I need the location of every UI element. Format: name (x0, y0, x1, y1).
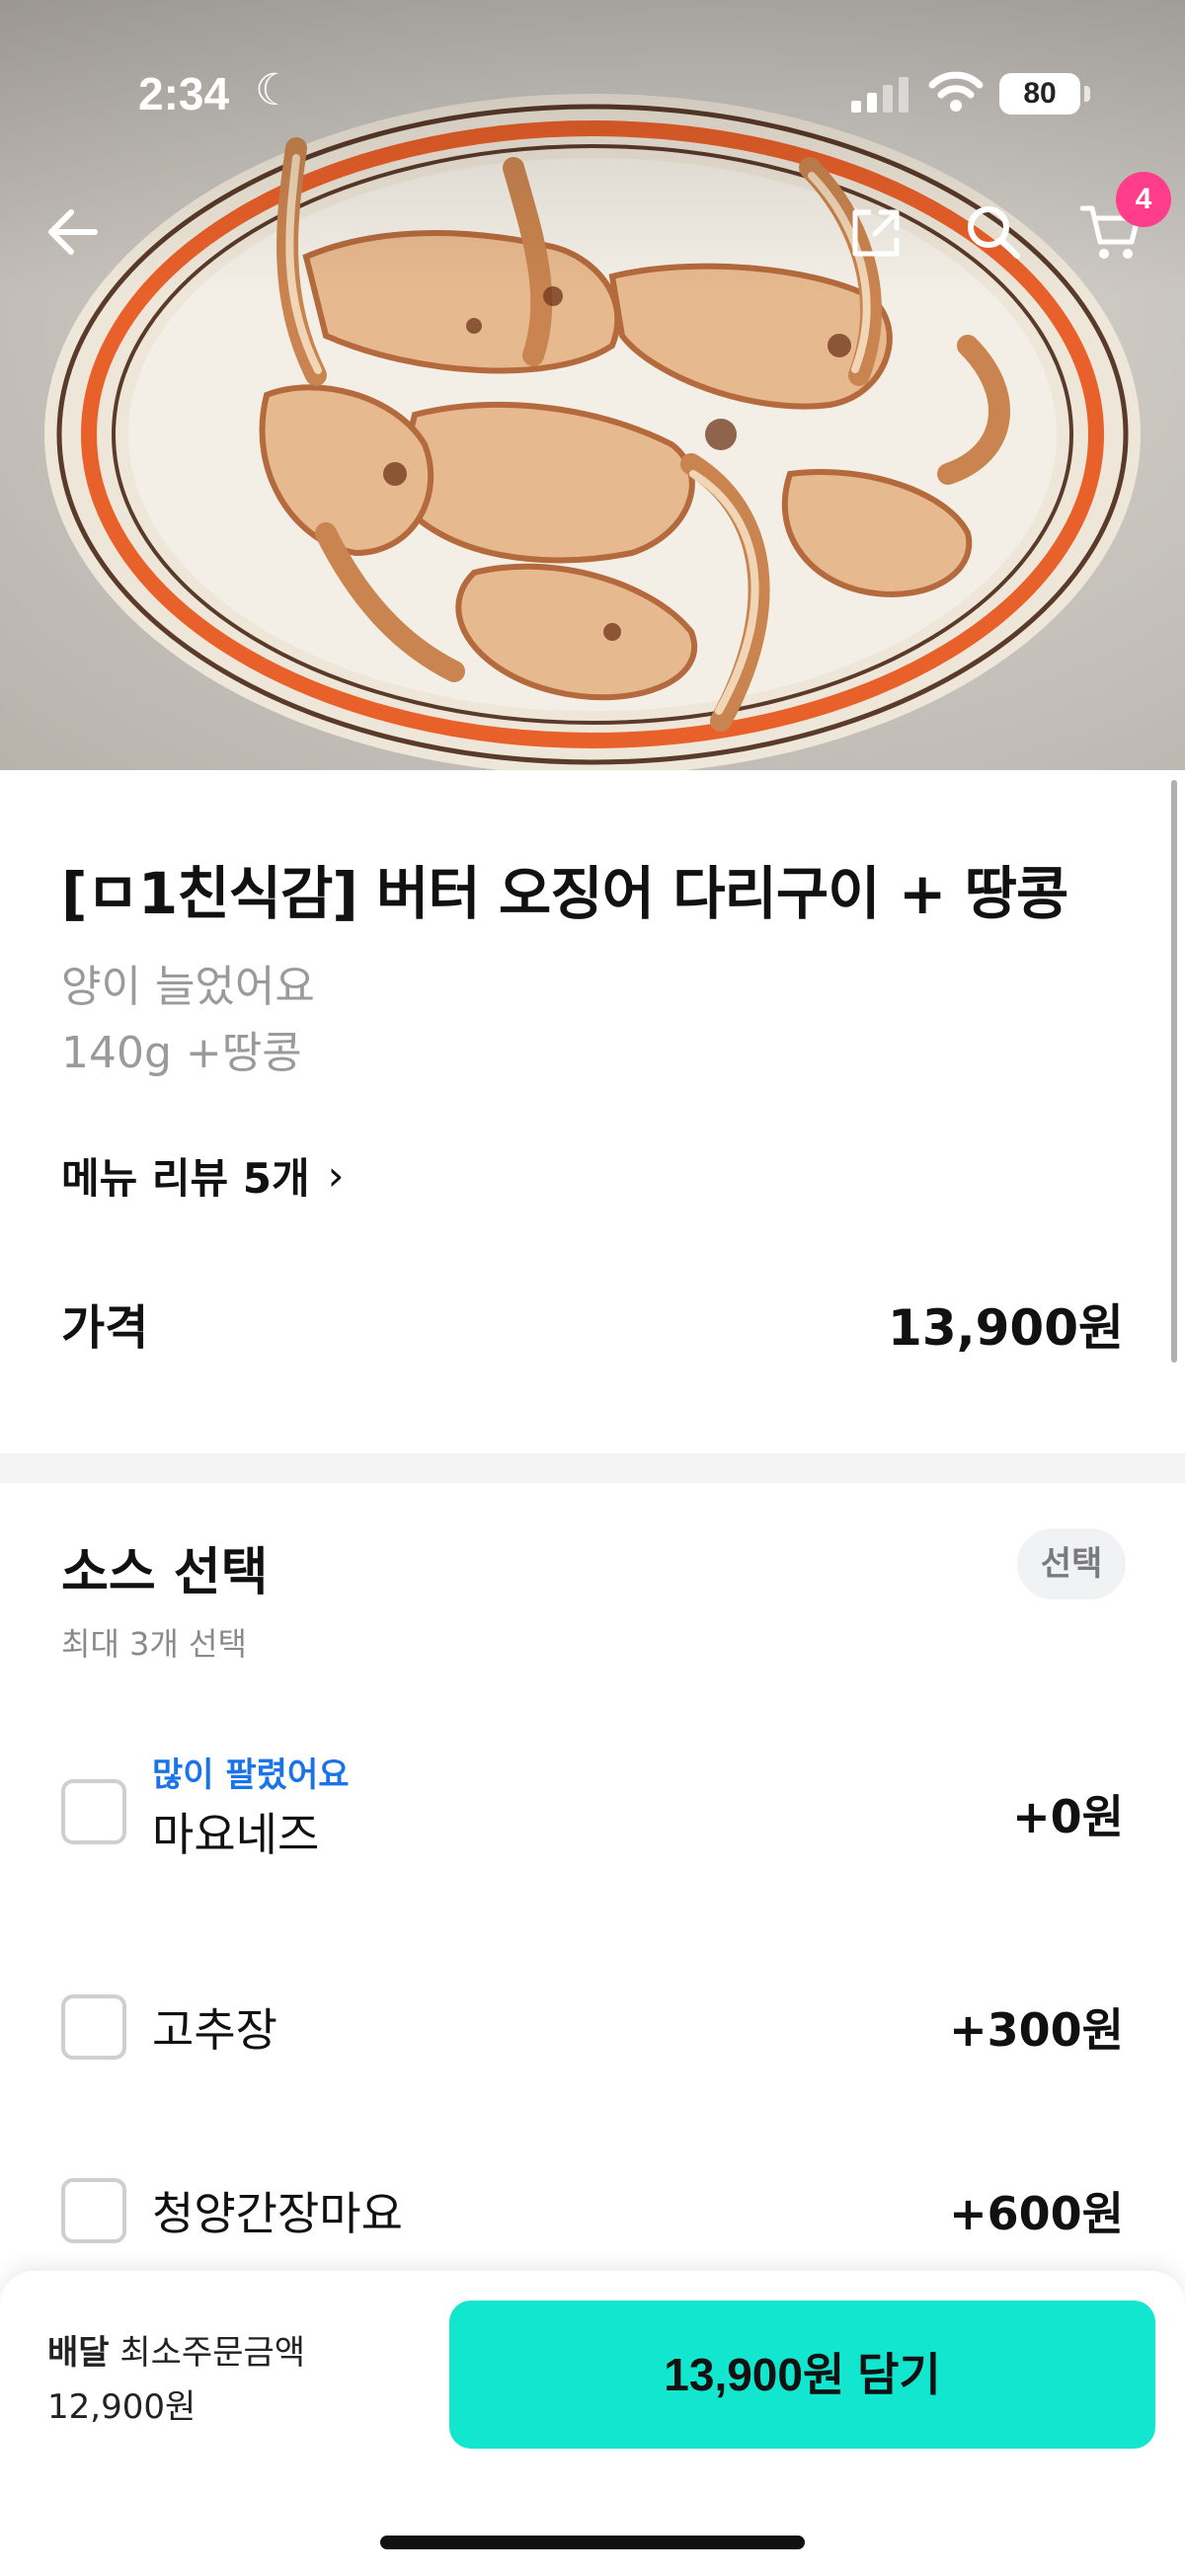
option-price: +300원 (949, 2003, 1124, 2057)
battery-indicator: 80 (999, 73, 1080, 115)
search-button[interactable] (954, 193, 1033, 272)
option-price: +600원 (949, 2187, 1124, 2240)
option-section-subtitle: 최대 3개 선택 (61, 1625, 247, 1663)
price-label: 가격 (61, 1300, 149, 1356)
arrow-left-icon (48, 209, 98, 255)
option-type-badge: 선택 (1017, 1528, 1126, 1600)
product-description-line: 양이 늘었어요 (61, 962, 315, 1012)
product-title: [ㅁ1친식감] 버터 오징어 다리구이 + 땅콩 (61, 860, 1068, 927)
option-price: +0원 (1012, 1790, 1124, 1843)
product-description-line: 140g +땅콩 (61, 1028, 302, 1078)
popular-tag: 많이 팔렸어요 (152, 1756, 350, 1795)
signal-icon (851, 77, 908, 113)
option-checkbox[interactable] (61, 2178, 126, 2243)
option-checkbox[interactable] (61, 1994, 126, 2060)
status-bar: 2:34 ☾ 80 (0, 61, 1185, 130)
back-button[interactable] (34, 193, 113, 272)
status-time: 2:34 (138, 68, 230, 119)
home-indicator[interactable] (380, 2536, 805, 2549)
min-order-value: 12,900원 (47, 2387, 197, 2427)
option-label: 고추장 (152, 2003, 277, 2057)
add-to-cart-button[interactable]: 13,900원 담기 (449, 2301, 1155, 2449)
min-order-label: 최소주문금액 (119, 2333, 306, 2373)
search-icon (968, 206, 1020, 259)
share-button[interactable] (837, 193, 916, 272)
option-label: 마요네즈 (152, 1808, 320, 1861)
review-link-label: 메뉴 리뷰 5개 (61, 1154, 310, 1203)
delivery-label: 배달 (47, 2333, 110, 2373)
section-divider (0, 1453, 1185, 1483)
wifi-icon (928, 71, 984, 112)
scrollbar[interactable] (1171, 780, 1177, 1363)
share-icon (852, 209, 900, 257)
option-checkbox[interactable] (61, 1779, 126, 1844)
option-item-gochujang[interactable]: 고추장 +300원 (0, 1965, 1185, 2083)
option-item-mayonnaise[interactable]: 많이 팔렸어요 마요네즈 +0원 (0, 1738, 1185, 1861)
option-section-title: 소스 선택 (61, 1543, 269, 1602)
option-item-cheongyang-soy-mayo[interactable]: 청양간장마요 +600원 (0, 2148, 1185, 2267)
battery-nub (1084, 86, 1090, 102)
chevron-right-icon: › (327, 1151, 345, 1200)
cart-count-badge: 4 (1116, 172, 1171, 227)
menu-review-link[interactable]: 메뉴 리뷰 5개 › (61, 1145, 344, 1206)
option-label: 청양간장마요 (152, 2187, 403, 2240)
delivery-min-order-label: 배달 최소주문금액 (47, 2325, 305, 2374)
price-value: 13,900원 (888, 1299, 1124, 1357)
moon-icon: ☾ (255, 65, 294, 116)
